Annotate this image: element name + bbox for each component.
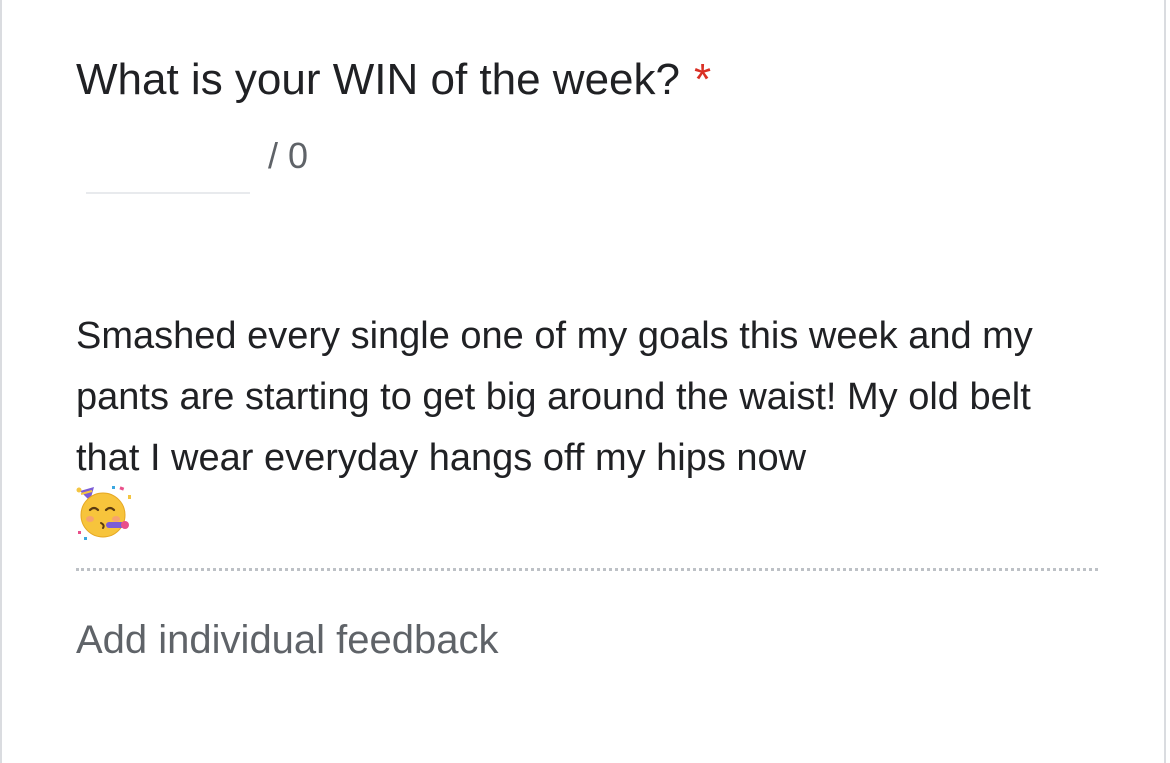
response-answer: Smashed every single one of my goals thi… — [76, 306, 1098, 571]
points-total: / 0 — [268, 135, 309, 176]
question-title-text: What is your WIN of the week? — [76, 55, 680, 104]
points-row: / 0 — [86, 132, 386, 194]
answer-text: Smashed every single one of my goals thi… — [76, 315, 1033, 479]
answer-paragraph: Smashed every single one of my goals thi… — [76, 306, 1098, 562]
question-title: What is your WIN of the week? * — [76, 52, 711, 108]
add-feedback-button[interactable]: Add individual feedback — [76, 612, 499, 668]
partying-face-icon — [76, 485, 136, 562]
points-input[interactable] — [86, 132, 250, 194]
required-star: * — [694, 55, 712, 104]
question-card: What is your WIN of the week? * / 0 Smash… — [0, 0, 1166, 763]
